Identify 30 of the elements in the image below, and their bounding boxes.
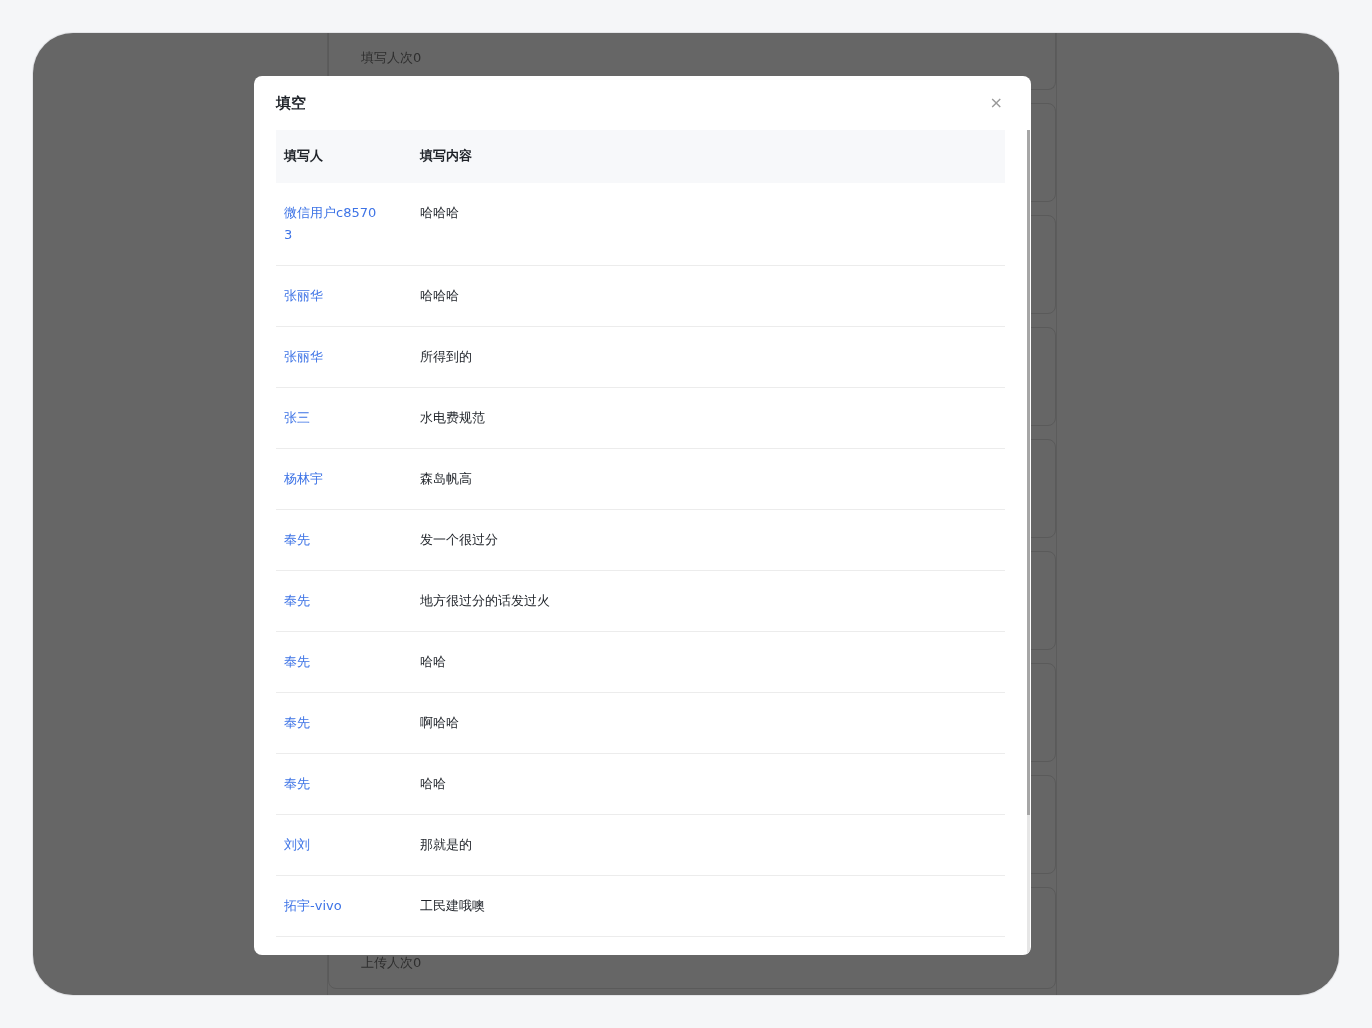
dialog-title: 填空 [276,93,306,113]
table-cell-text: 所得到的 [420,348,472,366]
table-cell-text: 哈哈哈 [420,287,459,305]
table-cell-text: 哈哈哈 [420,204,459,222]
table-cell-text: 水电费规范 [420,409,485,427]
user-link[interactable]: 奉先 [284,529,380,551]
user-link[interactable]: 张丽华 [284,285,380,307]
user-link[interactable]: 奉先 [284,590,380,612]
table-cell-text: 哈哈 [420,775,446,793]
user-link[interactable]: 张三 [284,407,380,429]
scrollbar[interactable] [1027,130,1030,955]
user-link[interactable]: 奉先 [284,651,380,673]
table-cell-text: 啊哈哈 [420,714,459,732]
table-cell-text: 工民建哦噢 [420,897,485,915]
user-link[interactable]: 奉先 [284,712,380,734]
user-link[interactable]: 杨林宇 [284,468,380,490]
column-header: 填写人 [284,147,324,165]
table-cell-text: 那就是的 [420,836,472,854]
table-cell-text: 哈哈 [420,653,446,671]
user-link[interactable]: 微信用户c85703 [284,202,380,246]
user-link[interactable]: 拓宇-vivo [284,895,380,917]
column-header: 填写内容 [420,147,472,165]
table-cell-text: 森岛帆高 [420,470,472,488]
close-button[interactable]: × [987,94,1005,112]
scrollbar-thumb[interactable] [1027,130,1030,815]
table-cell-text: 地方很过分的话发过火 [420,592,550,610]
user-link[interactable]: 奉先 [284,773,380,795]
table-cell-text: 发一个很过分 [420,531,498,549]
user-link[interactable]: 刘刘 [284,834,380,856]
user-link[interactable]: 张丽华 [284,346,380,368]
